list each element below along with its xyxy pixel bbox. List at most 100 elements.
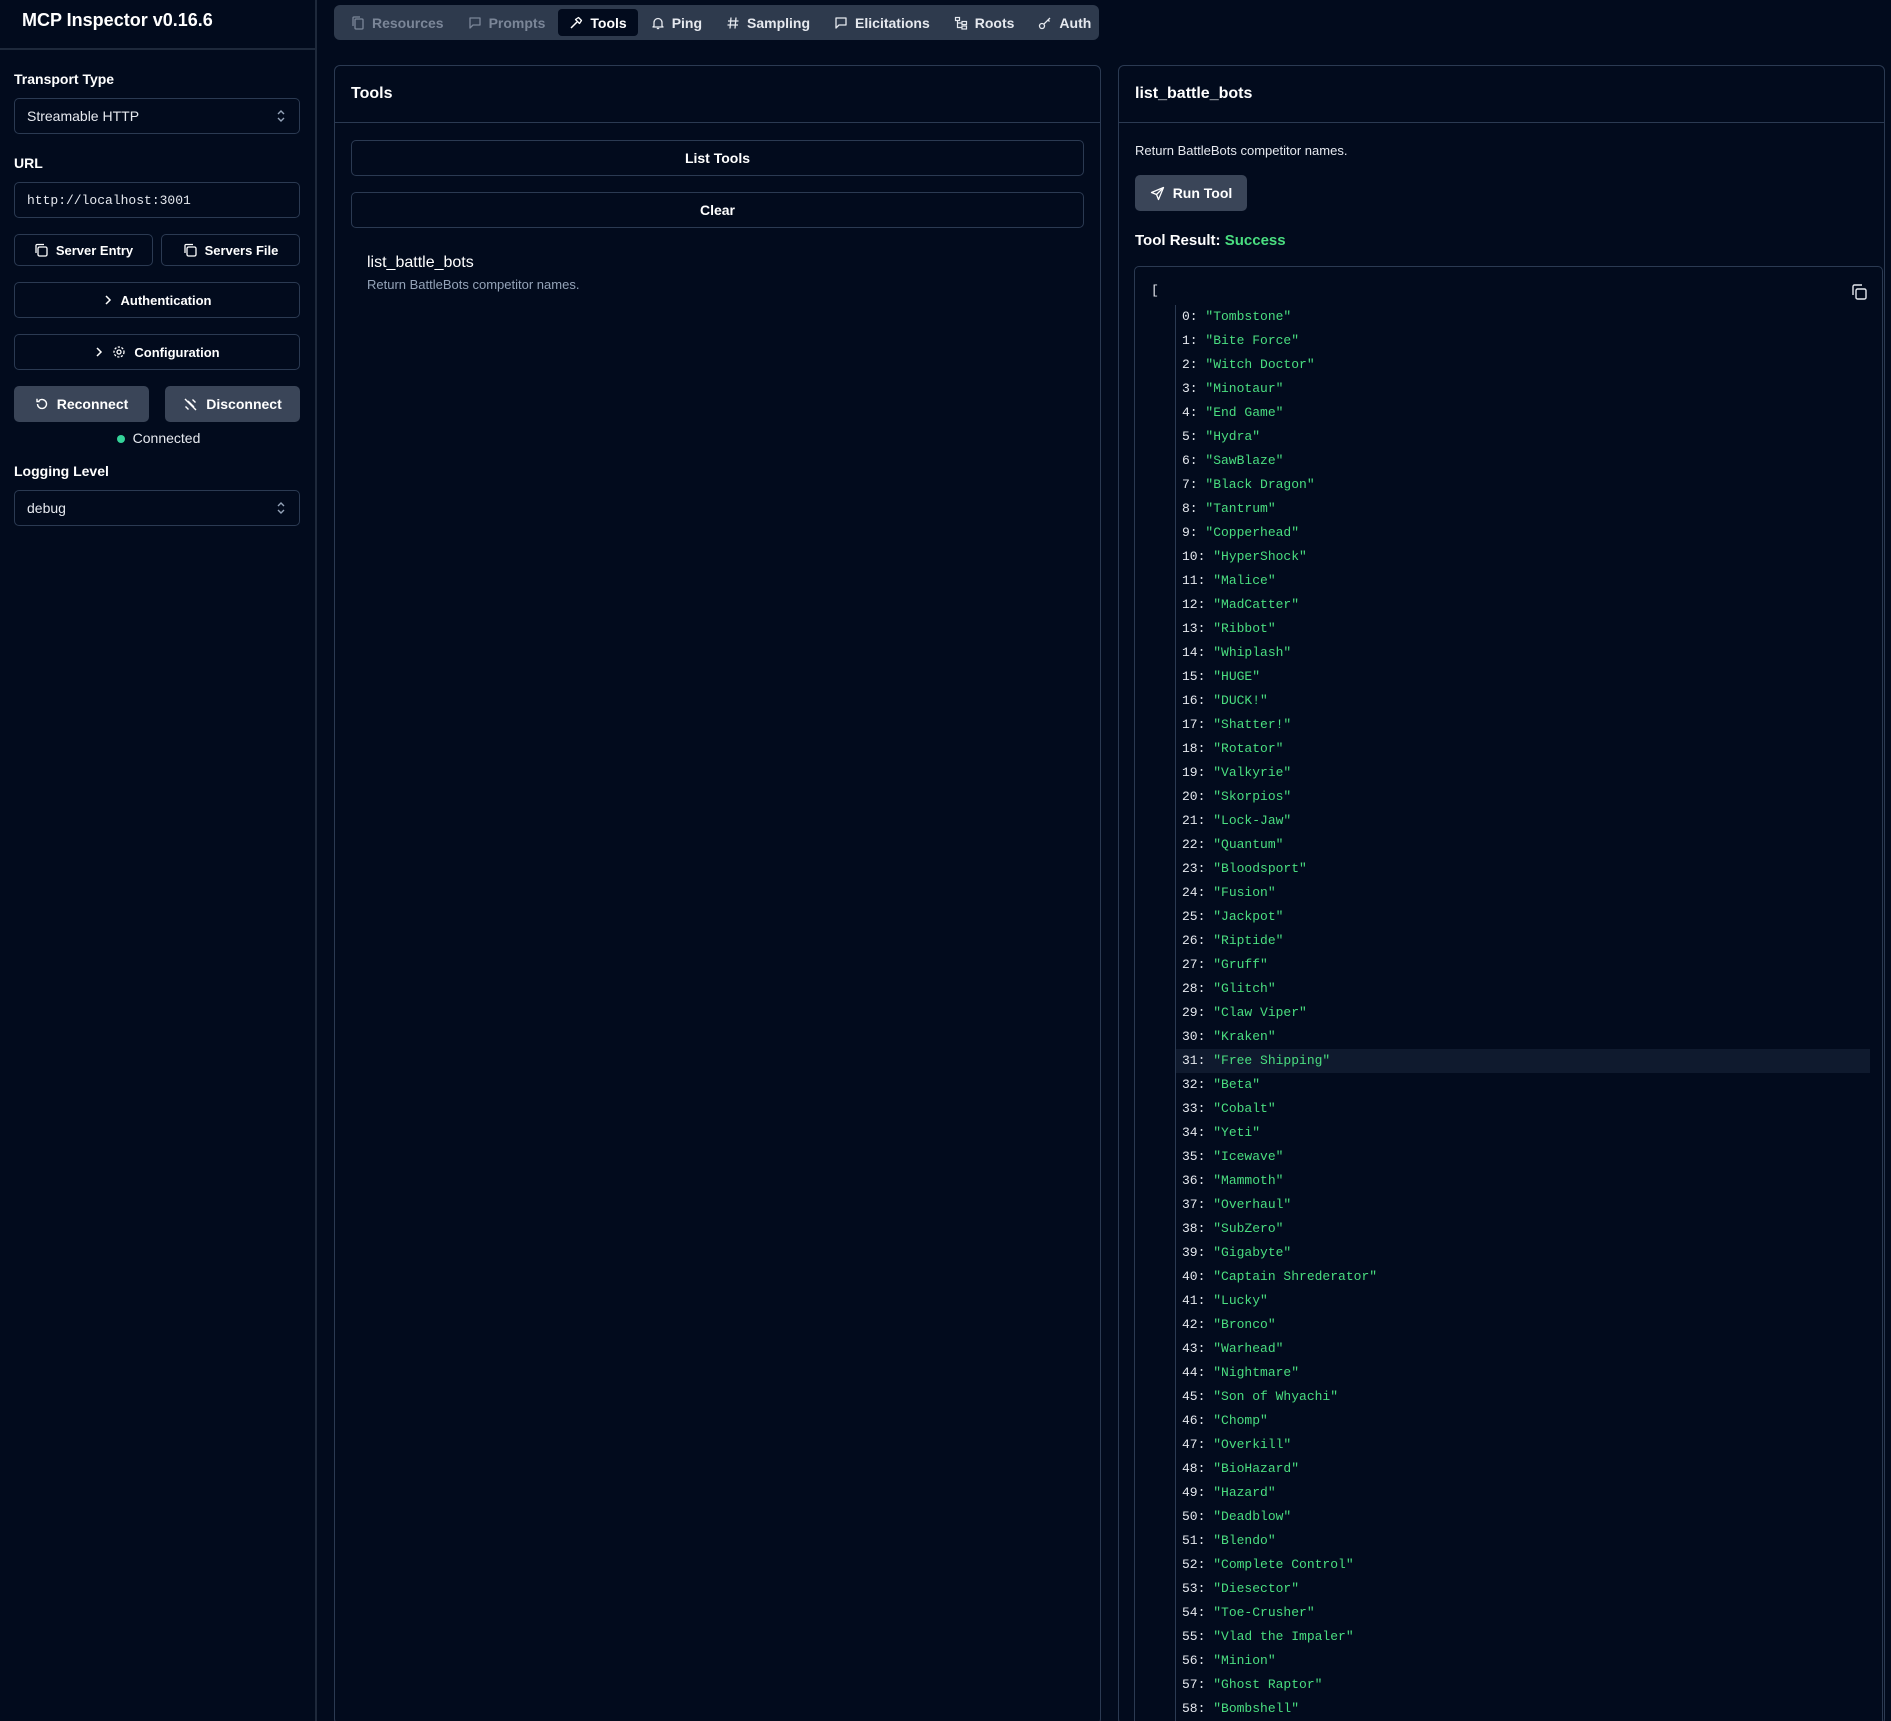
authentication-label: Authentication <box>120 292 212 308</box>
json-item: 44: "Nightmare" <box>1176 1361 1870 1385</box>
json-value: "Claw Viper" <box>1213 1005 1307 1020</box>
json-value: "Tombstone" <box>1205 309 1292 324</box>
json-index: 21: <box>1182 813 1214 828</box>
json-item: 32: "Beta" <box>1176 1073 1870 1097</box>
connection-status: Connected <box>0 430 317 446</box>
json-item: 52: "Complete Control" <box>1176 1553 1870 1577</box>
json-index: 0: <box>1182 309 1206 324</box>
hash-icon <box>727 16 739 29</box>
json-value: "BioHazard" <box>1213 1461 1300 1476</box>
json-value: "DUCK!" <box>1213 693 1268 708</box>
json-index: 30: <box>1182 1029 1214 1044</box>
json-item: 48: "BioHazard" <box>1176 1457 1870 1481</box>
json-index: 8: <box>1182 501 1206 516</box>
json-item: 22: "Quantum" <box>1176 833 1870 857</box>
transport-type-select[interactable]: Streamable HTTP <box>14 98 300 134</box>
message-icon <box>835 16 847 29</box>
hammer-icon <box>570 16 583 29</box>
tab-resources[interactable]: Resources <box>340 9 455 36</box>
unplug-icon <box>184 398 197 410</box>
sidebar: MCP Inspector v0.16.6 Transport Type Str… <box>0 0 317 1721</box>
json-value: "SubZero" <box>1213 1221 1284 1236</box>
tab-sampling[interactable]: Sampling <box>715 9 821 36</box>
json-index: 5: <box>1182 429 1206 444</box>
json-item: 5: "Hydra" <box>1176 425 1870 449</box>
tab-prompts[interactable]: Prompts <box>457 9 557 36</box>
json-index: 39: <box>1182 1245 1214 1260</box>
json-index: 51: <box>1182 1533 1214 1548</box>
tab-tools[interactable]: Tools <box>558 9 638 36</box>
server-entry-button[interactable]: Server Entry <box>14 234 153 266</box>
disconnect-button[interactable]: Disconnect <box>165 386 300 422</box>
json-value: "Son of Whyachi" <box>1213 1389 1339 1404</box>
json-value: "Icewave" <box>1213 1149 1284 1164</box>
configuration-toggle[interactable]: Configuration <box>14 334 300 370</box>
json-index: 53: <box>1182 1581 1214 1596</box>
json-value: "Complete Control" <box>1213 1557 1354 1572</box>
clear-button[interactable]: Clear <box>351 192 1084 228</box>
tool-description: Return BattleBots competitor names. <box>367 277 580 292</box>
json-value: "Quantum" <box>1213 837 1284 852</box>
logging-level-value: debug <box>27 500 66 516</box>
tab-ping[interactable]: Ping <box>640 9 713 36</box>
json-index: 47: <box>1182 1437 1214 1452</box>
json-index: 20: <box>1182 789 1214 804</box>
url-label: URL <box>14 155 43 171</box>
authentication-toggle[interactable]: Authentication <box>14 282 300 318</box>
json-item: 45: "Son of Whyachi" <box>1176 1385 1870 1409</box>
tab-elicitations[interactable]: Elicitations <box>823 9 941 36</box>
json-index: 28: <box>1182 981 1214 996</box>
json-item: 40: "Captain Shrederator" <box>1176 1265 1870 1289</box>
json-index: 29: <box>1182 1005 1214 1020</box>
json-item: 20: "Skorpios" <box>1176 785 1870 809</box>
tab-bar: Resources Prompts Tools Ping Sampling El… <box>334 5 1099 40</box>
tab-label: Roots <box>974 14 1015 31</box>
json-item: 42: "Bronco" <box>1176 1313 1870 1337</box>
logging-level-label: Logging Level <box>14 463 109 479</box>
json-value: "Blendo" <box>1213 1533 1276 1548</box>
json-value: "Tantrum" <box>1205 501 1276 516</box>
json-value: "Ghost Raptor" <box>1213 1677 1323 1692</box>
logging-level-select[interactable]: debug <box>14 490 300 526</box>
json-index: 9: <box>1182 525 1206 540</box>
json-item: 9: "Copperhead" <box>1176 521 1870 545</box>
tool-result-label: Tool Result: <box>1135 232 1221 249</box>
json-item: 17: "Shatter!" <box>1176 713 1870 737</box>
copy-icon <box>183 243 197 257</box>
tab-roots[interactable]: Roots <box>943 9 1026 36</box>
url-input[interactable]: http://localhost:3001 <box>14 182 300 218</box>
json-value: "SawBlaze" <box>1205 453 1284 468</box>
json-value: "Kraken" <box>1213 1029 1276 1044</box>
json-item: 38: "SubZero" <box>1176 1217 1870 1241</box>
copy-icon[interactable] <box>1850 283 1868 301</box>
json-value: "Yeti" <box>1213 1125 1261 1140</box>
json-index: 42: <box>1182 1317 1214 1332</box>
json-index: 57: <box>1182 1677 1214 1692</box>
json-item: 13: "Ribbot" <box>1176 617 1870 641</box>
json-index: 14: <box>1182 645 1214 660</box>
json-index: 32: <box>1182 1077 1214 1092</box>
json-item: 31: "Free Shipping" <box>1176 1049 1870 1073</box>
json-value: "Rotator" <box>1213 741 1284 756</box>
json-item: 29: "Claw Viper" <box>1176 1001 1870 1025</box>
json-value: "Nightmare" <box>1213 1365 1300 1380</box>
servers-file-button[interactable]: Servers File <box>161 234 300 266</box>
json-item: 8: "Tantrum" <box>1176 497 1870 521</box>
tool-detail-panel: list_battle_bots Return BattleBots compe… <box>1118 65 1885 1721</box>
app-title: MCP Inspector v0.16.6 <box>0 0 315 50</box>
run-tool-button[interactable]: Run Tool <box>1135 175 1247 211</box>
chevron-up-down-icon <box>277 502 285 514</box>
reconnect-button[interactable]: Reconnect <box>14 386 149 422</box>
json-value: "Black Dragon" <box>1205 477 1315 492</box>
json-value: "Warhead" <box>1213 1341 1284 1356</box>
json-item: 49: "Hazard" <box>1176 1481 1870 1505</box>
tab-label: Auth <box>1059 14 1092 31</box>
json-index: 58: <box>1182 1701 1214 1716</box>
list-tools-button[interactable]: List Tools <box>351 140 1084 176</box>
run-tool-label: Run Tool <box>1172 185 1233 201</box>
tool-item-list-battle-bots[interactable]: list_battle_bots Return BattleBots compe… <box>367 254 579 292</box>
json-index: 34: <box>1182 1125 1214 1140</box>
tab-auth[interactable]: Auth <box>1027 9 1102 36</box>
json-item: 43: "Warhead" <box>1176 1337 1870 1361</box>
json-value: "Toe-Crusher" <box>1213 1605 1315 1620</box>
